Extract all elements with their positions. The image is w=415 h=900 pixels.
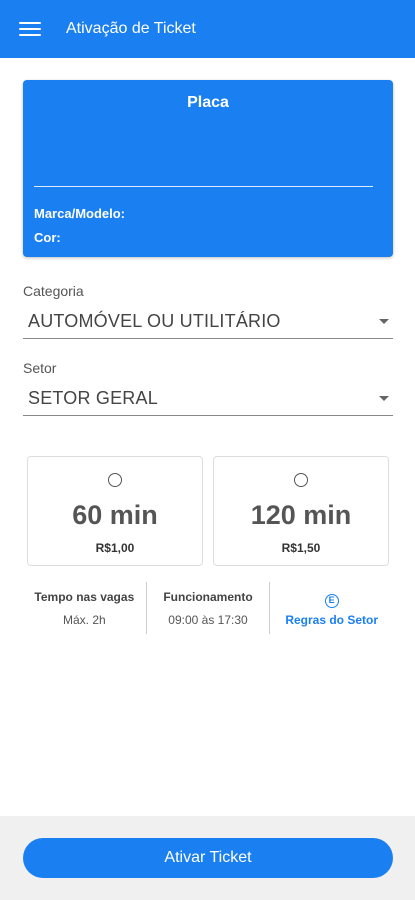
parking-time-info: Tempo nas vagas Máx. 2h [23, 582, 146, 634]
footer-bar: Ativar Ticket [0, 816, 415, 900]
app-bar: Ativação de Ticket [0, 0, 415, 58]
sector-value: SETOR GERAL [28, 388, 158, 408]
category-label: Categoria [23, 283, 84, 299]
rules-info-icon[interactable]: E [324, 594, 339, 608]
hours-value: 09:00 às 17:30 [168, 613, 248, 627]
price-text: R$1,00 [95, 541, 135, 555]
caret-down-icon [379, 319, 389, 324]
color-label: Cor: [34, 230, 61, 245]
sector-rules[interactable]: E Regras do Setor [269, 582, 393, 634]
hours-label: Funcionamento [163, 590, 253, 604]
plate-divider [34, 186, 373, 187]
sector-label: Setor [23, 360, 57, 376]
activate-ticket-button[interactable]: Ativar Ticket [23, 838, 393, 878]
duration-option-120[interactable]: 120 min R$1,50 [213, 456, 389, 566]
sector-info-row: Tempo nas vagas Máx. 2h Funcionamento 09… [23, 582, 393, 634]
menu-button[interactable] [0, 0, 60, 58]
category-value: AUTOMÓVEL OU UTILITÁRIO [28, 311, 281, 331]
hamburger-menu-icon [19, 21, 41, 37]
duration-text: 120 min [250, 500, 352, 530]
plate-title: Placa [187, 94, 229, 111]
price-text: R$1,50 [281, 541, 321, 555]
category-select[interactable]: AUTOMÓVEL OU UTILITÁRIO [23, 305, 393, 339]
parking-time-value: Máx. 2h [62, 613, 106, 627]
radio-button-icon[interactable] [108, 473, 122, 487]
radio-button-icon[interactable] [294, 473, 308, 487]
plate-card[interactable]: Placa Marca/Modelo: Cor: [23, 80, 393, 257]
parking-time-label: Tempo nas vagas [34, 590, 135, 604]
sector-select[interactable]: SETOR GERAL [23, 382, 393, 416]
hours-info: Funcionamento 09:00 às 17:30 [145, 582, 270, 634]
sector-rules-link[interactable]: Regras do Setor [270, 613, 393, 627]
duration-option-60[interactable]: 60 min R$1,00 [27, 456, 203, 566]
page-title: Ativação de Ticket [66, 20, 196, 37]
caret-down-icon [379, 396, 389, 401]
brand-model-label: Marca/Modelo: [34, 206, 126, 221]
duration-text: 60 min [72, 500, 158, 530]
